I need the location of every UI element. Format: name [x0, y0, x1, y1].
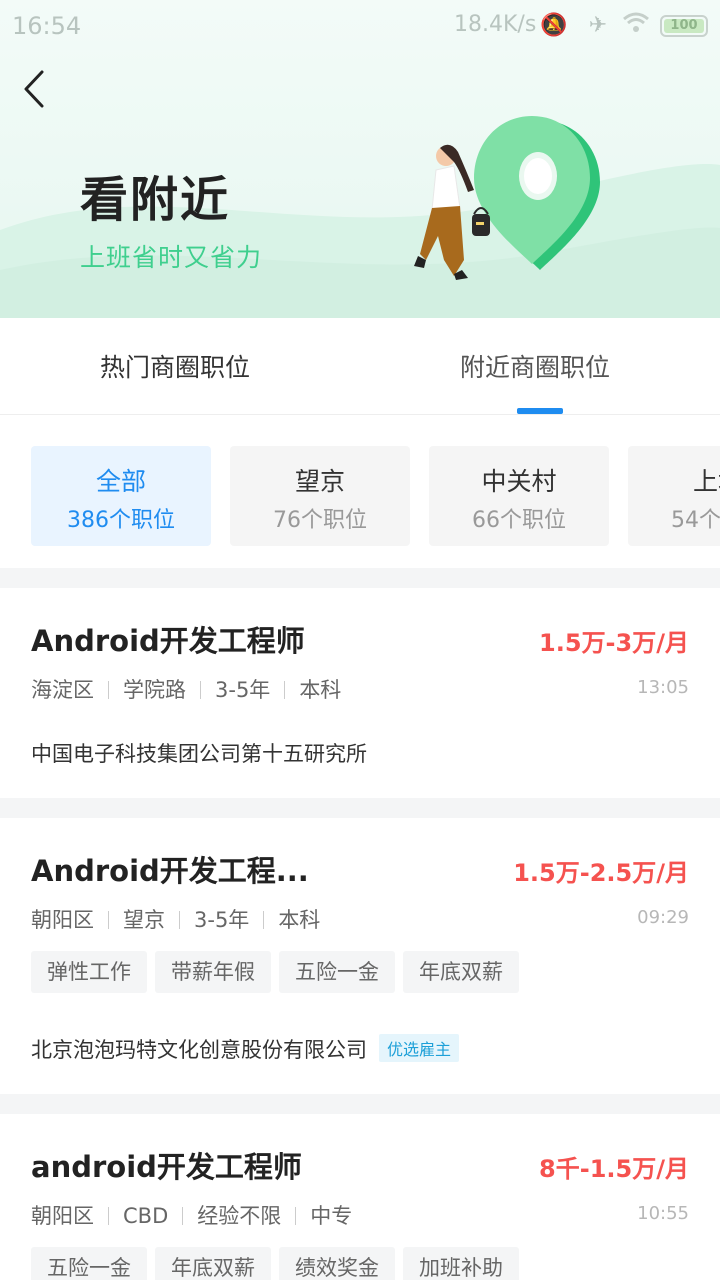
job-meta: 海淀区 学院路 3-5年 本科 — [31, 674, 341, 704]
job-card[interactable]: Android开发工程师 1.5万-3万/月 海淀区 学院路 3-5年 本科 13:0… — [0, 588, 720, 798]
filter-chip-count: 66个职位 — [472, 508, 566, 533]
section-divider — [0, 798, 720, 818]
airplane-icon: ✈ — [588, 13, 608, 38]
preferred-employer-badge: 优选雇主 — [379, 1034, 460, 1062]
filter-chip-wangjing[interactable]: 望京 76个职位 — [230, 446, 410, 546]
benefit-tag: 五险一金 — [31, 1247, 147, 1280]
battery-icon: 100 — [660, 15, 708, 37]
mute-bell-icon: 🔕 — [540, 13, 568, 38]
benefit-tag: 年底双薪 — [403, 951, 519, 993]
job-area: CBD — [123, 1204, 169, 1228]
job-education: 本科 — [278, 908, 321, 932]
benefit-tag: 年底双薪 — [155, 1247, 271, 1280]
job-post-time: 10:55 — [637, 1203, 689, 1224]
filter-chip-count: 386个职位 — [67, 508, 175, 533]
benefit-tag: 绩效奖金 — [279, 1247, 395, 1280]
company-line: 北京泡泡玛特文化创意股份有限公司 优选雇主 — [31, 1034, 460, 1064]
filter-chip-label: 望京 — [294, 467, 345, 496]
page-subtitle: 上班省时又省力 — [80, 243, 263, 272]
status-network-speed: 18.4K/s — [454, 12, 537, 37]
filter-chip-shangdi[interactable]: 上地 54个职位 — [628, 446, 720, 546]
job-area: 学院路 — [123, 678, 186, 702]
benefit-tag: 五险一金 — [279, 951, 395, 993]
job-title: Android开发工程... — [31, 854, 309, 888]
job-post-time: 09:29 — [637, 907, 689, 928]
tab-active-indicator — [517, 408, 563, 414]
company-name: 中国电子科技集团公司第十五研究所 — [31, 742, 367, 766]
job-education: 中专 — [310, 1204, 353, 1228]
job-salary: 1.5万-2.5万/月 — [513, 859, 689, 887]
job-benefit-tags: 五险一金 年底双薪 绩效奖金 加班补助 — [31, 1247, 527, 1280]
filter-chip-zhongguancun[interactable]: 中关村 66个职位 — [429, 446, 609, 546]
job-title: Android开发工程师 — [31, 624, 305, 658]
job-meta: 朝阳区 望京 3-5年 本科 — [31, 904, 320, 934]
area-filter-list: 全部 386个职位 望京 76个职位 中关村 66个职位 上地 54个职位 — [0, 416, 720, 568]
job-post-time: 13:05 — [637, 677, 689, 698]
tab-hot-business-jobs[interactable]: 热门商圈职位 — [100, 348, 250, 384]
job-district: 海淀区 — [31, 678, 94, 702]
job-benefit-tags: 弹性工作 带薪年假 五险一金 年底双薪 — [31, 951, 527, 993]
company-name: 北京泡泡玛特文化创意股份有限公司 — [31, 1038, 367, 1062]
back-button[interactable] — [18, 66, 58, 112]
hero-banner: 16:54 18.4K/s 🔕 ✈ 100 看附近 上班省时又省力 — [0, 0, 720, 318]
job-card[interactable]: Android开发工程... 1.5万-2.5万/月 朝阳区 望京 3-5年 本科 0… — [0, 818, 720, 1094]
job-district: 朝阳区 — [31, 1204, 94, 1228]
job-card[interactable]: android开发工程师 8千-1.5万/月 朝阳区 CBD 经验不限 中专 10:5… — [0, 1114, 720, 1280]
job-experience: 3-5年 — [194, 908, 250, 932]
benefit-tag: 弹性工作 — [31, 951, 147, 993]
section-divider — [0, 568, 720, 588]
job-area: 望京 — [123, 908, 165, 932]
filter-chip-count: 54个职位 — [671, 508, 720, 533]
filter-chip-label: 中关村 — [481, 467, 557, 496]
job-salary: 1.5万-3万/月 — [539, 629, 689, 657]
filter-chip-count: 76个职位 — [273, 508, 367, 533]
job-meta: 朝阳区 CBD 经验不限 中专 — [31, 1200, 352, 1230]
job-district: 朝阳区 — [31, 908, 94, 932]
filter-chip-all[interactable]: 全部 386个职位 — [31, 446, 211, 546]
wifi-icon — [622, 12, 650, 40]
job-experience: 经验不限 — [197, 1204, 282, 1228]
filter-chip-label: 上地 — [692, 467, 720, 496]
status-bar: 16:54 18.4K/s 🔕 ✈ 100 — [0, 0, 720, 52]
chevron-left-icon — [24, 70, 44, 108]
filter-chip-label: 全部 — [95, 467, 146, 496]
benefit-tag: 加班补助 — [403, 1247, 519, 1280]
job-salary: 8千-1.5万/月 — [539, 1155, 689, 1183]
job-title: android开发工程师 — [31, 1150, 302, 1184]
benefit-tag: 带薪年假 — [155, 951, 271, 993]
tab-nearby-business-jobs[interactable]: 附近商圈职位 — [460, 348, 610, 384]
section-divider — [0, 1094, 720, 1114]
tab-bar: 热门商圈职位 附近商圈职位 — [0, 318, 720, 415]
location-pin-illustration — [414, 116, 600, 280]
status-time: 16:54 — [12, 12, 82, 40]
battery-level: 100 — [664, 19, 704, 33]
job-experience: 3-5年 — [215, 678, 271, 702]
page-title: 看附近 — [80, 172, 231, 228]
job-education: 本科 — [299, 678, 342, 702]
